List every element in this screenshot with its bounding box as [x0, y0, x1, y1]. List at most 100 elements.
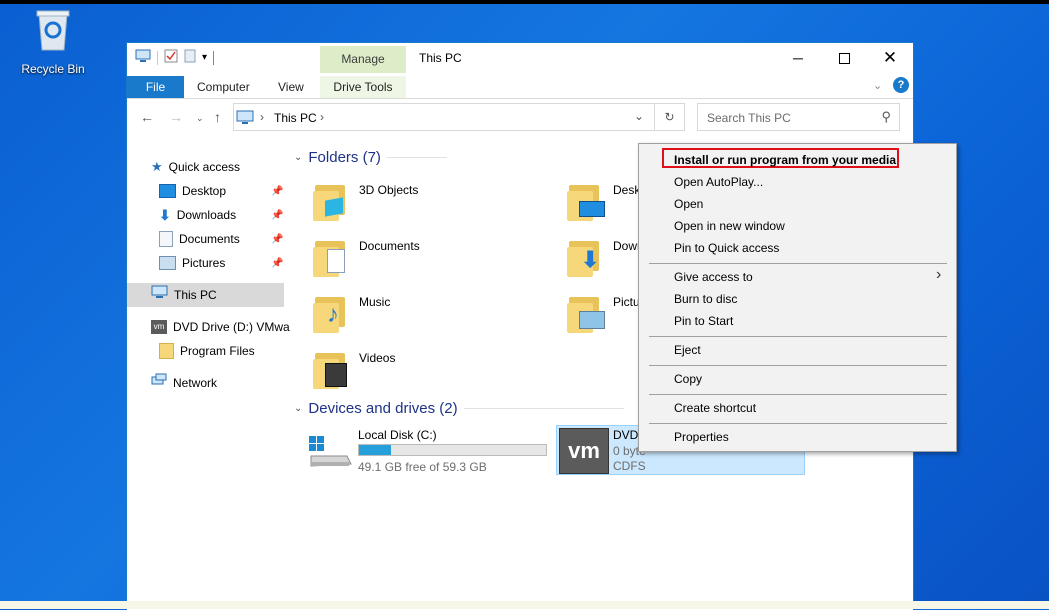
menu-item-give-access[interactable]: Give access to — [674, 270, 753, 284]
submenu-arrow-icon: › — [936, 266, 942, 283]
drive-filesystem: CDFS — [613, 459, 646, 473]
folder-3d-objects[interactable]: 3D Objects — [313, 177, 418, 221]
menu-separator — [649, 336, 947, 337]
search-input[interactable]: Search This PC ⚲ — [697, 103, 900, 131]
pin-icon[interactable]: 📌 — [271, 210, 283, 221]
folder-pictures[interactable]: Pictu — [567, 289, 640, 333]
refresh-button[interactable]: ↻ — [655, 103, 685, 131]
menu-separator — [649, 394, 947, 395]
recycle-bin-label: Recycle Bin — [21, 62, 85, 76]
menu-item-open[interactable]: Open — [674, 197, 703, 211]
sidebar-item-desktop[interactable]: Desktop — [159, 180, 226, 202]
menu-item-pin-quick-access[interactable]: Pin to Quick access — [674, 241, 779, 255]
breadcrumb-separator-icon: › — [260, 110, 264, 124]
customize-qat-icon[interactable]: ▾ — [202, 52, 207, 63]
recent-locations-icon[interactable]: ⌄ — [196, 113, 204, 124]
close-button[interactable]: ✕ — [867, 43, 913, 73]
folder-downloads[interactable]: ⬇ Down — [567, 233, 644, 277]
back-arrow-icon[interactable]: ← — [140, 109, 154, 125]
sidebar-item-label: Quick access — [168, 160, 241, 174]
downloads-folder-icon: ⬇ — [567, 233, 603, 277]
breadcrumb[interactable]: This PC — [274, 111, 317, 125]
sidebar-item-label: Pictures — [182, 256, 226, 270]
group-divider — [463, 408, 624, 409]
ribbon-expand-icon[interactable]: ⌄ — [873, 79, 882, 92]
sidebar-item-label: Program Files — [180, 344, 255, 358]
up-arrow-icon[interactable]: ↑ — [214, 109, 221, 125]
folder-documents[interactable]: Documents — [313, 233, 420, 277]
menu-item-open-new-window[interactable]: Open in new window — [674, 219, 785, 233]
sidebar-item-label: DVD Drive (D:) VMwa — [173, 320, 290, 334]
pictures-icon — [159, 256, 176, 270]
tab-drive-tools[interactable]: Drive Tools — [320, 76, 406, 98]
sidebar-item-network[interactable]: Network — [151, 372, 217, 394]
desktop-icon — [159, 184, 176, 198]
screen-top-edge — [0, 0, 1049, 4]
address-dropdown-icon[interactable]: ⌄ — [634, 109, 644, 123]
videos-folder-icon — [313, 345, 349, 389]
devices-group-header[interactable]: ⌄ Devices and drives (2) — [294, 400, 624, 417]
hard-drive-icon — [307, 432, 353, 473]
star-icon: ★ — [151, 159, 163, 174]
sidebar-item-dvd-drive[interactable]: vm DVD Drive (D:) VMwa — [151, 316, 290, 338]
search-placeholder: Search This PC — [707, 111, 791, 125]
qat-divider — [157, 50, 158, 65]
menu-item-eject[interactable]: Eject — [674, 343, 701, 357]
menu-separator — [649, 263, 947, 264]
help-icon[interactable]: ? — [893, 77, 909, 93]
group-title: Devices and drives (2) — [308, 400, 458, 417]
tab-view[interactable]: View — [278, 76, 304, 98]
address-bar[interactable]: › This PC › ⌄ — [233, 103, 655, 131]
menu-item-burn-disc[interactable]: Burn to disc — [674, 292, 737, 306]
menu-separator — [649, 365, 947, 366]
taskbar-edge — [0, 601, 1049, 609]
new-folder-icon[interactable] — [184, 49, 196, 66]
close-icon: ✕ — [882, 48, 898, 67]
menu-item-open-autoplay[interactable]: Open AutoPlay... — [674, 175, 763, 189]
group-divider — [386, 157, 447, 158]
this-pc-icon — [151, 284, 168, 306]
folders-group-header[interactable]: ⌄ Folders (7) — [294, 149, 447, 166]
sidebar-item-documents[interactable]: Documents — [159, 228, 240, 250]
properties-icon[interactable] — [164, 49, 178, 66]
pin-icon[interactable]: 📌 — [271, 234, 283, 245]
menu-item-properties[interactable]: Properties — [674, 430, 729, 444]
sidebar-item-program-files[interactable]: Program Files — [159, 340, 255, 362]
sidebar-item-downloads[interactable]: ⬇ Downloads — [159, 204, 236, 226]
search-icon: ⚲ — [881, 109, 891, 124]
minimize-button[interactable]: ─ — [775, 43, 821, 73]
breadcrumb-chevron-icon[interactable]: › — [320, 110, 324, 124]
tab-file[interactable]: File — [127, 76, 184, 98]
pin-icon[interactable]: 📌 — [271, 258, 283, 269]
refresh-icon: ↻ — [664, 110, 675, 124]
title-bar: ▾ Manage This PC ─ ✕ — [127, 43, 913, 73]
drive-local-disk-c[interactable]: Local Disk (C:) 49.1 GB free of 59.3 GB — [307, 428, 552, 474]
folder-music[interactable]: ♪ Music — [313, 289, 390, 333]
sidebar-item-pictures[interactable]: Pictures — [159, 252, 225, 274]
tab-computer[interactable]: Computer — [197, 76, 250, 98]
window-title: This PC — [419, 51, 462, 65]
desktop-folder-icon — [567, 177, 605, 221]
computer-icon[interactable] — [135, 49, 151, 66]
forward-arrow-icon[interactable]: → — [169, 109, 183, 125]
sidebar-item-quick-access[interactable]: ★ Quick access — [151, 156, 240, 178]
menu-item-create-shortcut[interactable]: Create shortcut — [674, 401, 756, 415]
maximize-button[interactable] — [821, 43, 867, 73]
menu-item-pin-start[interactable]: Pin to Start — [674, 314, 733, 328]
manage-tab[interactable]: Manage — [320, 46, 406, 73]
ribbon-tabs: File Computer View Drive Tools ⌄ ? — [127, 73, 913, 99]
3d-objects-folder-icon — [313, 177, 349, 221]
collapse-chevron-icon: ⌄ — [294, 403, 303, 414]
menu-item-install-run[interactable]: Install or run program from your media — [674, 153, 896, 167]
pin-icon[interactable]: 📌 — [271, 186, 283, 197]
menu-item-copy[interactable]: Copy — [674, 372, 702, 386]
documents-folder-icon — [313, 233, 349, 277]
sidebar-item-label: Desktop — [182, 184, 227, 198]
folder-label: Documents — [359, 239, 420, 253]
recycle-bin-shortcut[interactable]: Recycle Bin — [18, 8, 88, 76]
recycle-bin-icon — [33, 8, 73, 52]
sidebar-item-this-pc[interactable]: This PC — [151, 284, 217, 306]
pictures-folder-icon — [567, 289, 605, 333]
folder-desktop[interactable]: Deskt — [567, 177, 644, 221]
folder-videos[interactable]: Videos — [313, 345, 395, 389]
